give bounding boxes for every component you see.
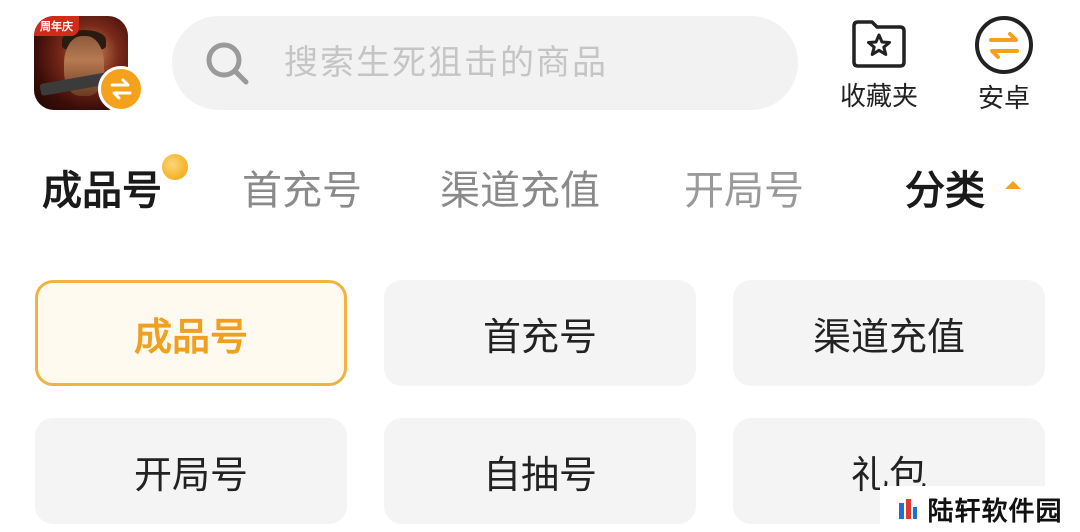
tab-channel-recharge[interactable]: 渠道充值 [440, 158, 600, 216]
game-anniversary-banner: 周年庆 [34, 16, 79, 36]
watermark-logo-icon [899, 499, 918, 519]
swap-arrows-icon [110, 78, 132, 100]
category-cell-self-draw-account[interactable]: 自抽号 [384, 418, 696, 524]
tab-finished-account[interactable]: 成品号 [42, 158, 162, 216]
platform-button[interactable]: 安卓 [968, 14, 1040, 115]
favorites-folder-star-icon [852, 20, 906, 68]
category-cell-first-charge-account[interactable]: 首充号 [384, 280, 696, 386]
search-input[interactable] [282, 42, 746, 84]
platform-switch-icon [975, 16, 1033, 74]
favorites-label: 收藏夹 [839, 82, 918, 112]
category-cell-finished-account[interactable]: 成品号 [35, 280, 347, 386]
category-cell-starter-account[interactable]: 开局号 [35, 418, 347, 524]
tab-first-charge-account[interactable]: 首充号 [242, 158, 362, 216]
watermark: 陆轩软件园 [880, 486, 1080, 532]
tab-starter-account[interactable]: 开局号 [684, 158, 804, 216]
switch-game-badge[interactable] [98, 66, 144, 112]
search-bar[interactable] [172, 16, 798, 110]
favorites-button[interactable]: 收藏夹 [836, 18, 922, 113]
tab-active-dot [162, 154, 188, 180]
category-toggle[interactable]: 分类 [905, 158, 985, 216]
search-icon [206, 42, 249, 85]
watermark-text: 陆轩软件园 [927, 496, 1063, 527]
category-cell-channel-recharge[interactable]: 渠道充值 [733, 280, 1045, 386]
platform-label: 安卓 [977, 84, 1030, 114]
caret-up-icon[interactable] [1005, 181, 1021, 189]
